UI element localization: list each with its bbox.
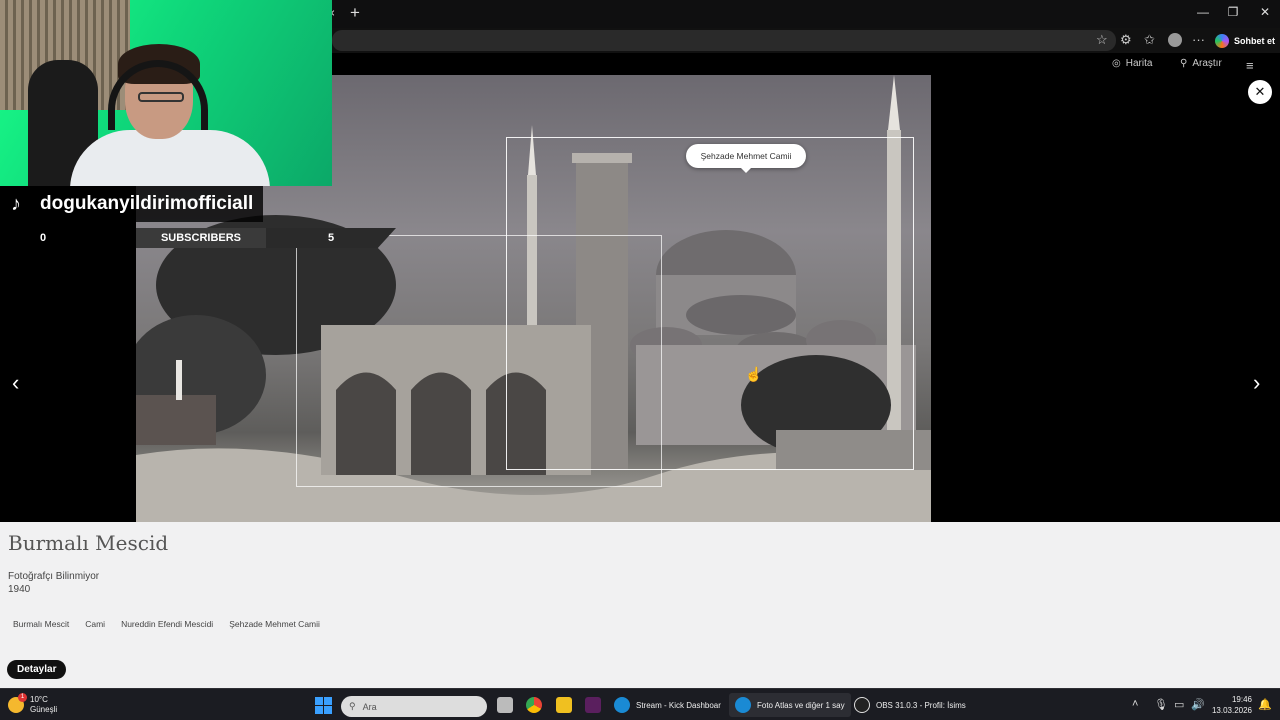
more-icon[interactable]: ··· (1192, 32, 1205, 47)
hamburger-menu-icon[interactable]: ≡ (1246, 58, 1254, 73)
highlight-box-sehzade-mosque[interactable] (506, 137, 914, 470)
app-icon[interactable] (585, 697, 601, 713)
tag-list: Burmalı Mescit Cami Nureddin Efendi Mesc… (8, 616, 325, 632)
volume-icon[interactable]: 🔊 (1191, 698, 1205, 711)
taskbar-app-obs[interactable]: OBS 31.0.3 - Profil: İsims (848, 693, 972, 717)
taskbar-app-label: OBS 31.0.3 - Profil: İsims (876, 700, 966, 710)
map-nav-label: Harita (1125, 58, 1153, 69)
streamer-shirt (70, 130, 270, 186)
chrome-icon[interactable] (526, 697, 542, 713)
task-view-icon[interactable] (497, 697, 513, 713)
tiktok-handle: dogukanyildirimofficiall (40, 193, 254, 214)
taskbar-app-label: Foto Atlas ve diğer 1 say (757, 700, 845, 710)
previous-photo-button[interactable]: ‹ (12, 370, 19, 396)
weather-desc: Güneşli (30, 705, 58, 714)
clock-time: 19:46 (1231, 695, 1252, 704)
edge-icon (614, 697, 630, 713)
chevron-up-icon[interactable]: ˄ (1132, 698, 1138, 710)
clock-date: 13.03.2026 (1211, 706, 1252, 715)
globe-icon: ◎ (1112, 58, 1121, 69)
obs-icon (854, 697, 870, 713)
search-icon: ⚲ (349, 701, 356, 711)
research-nav-label: Araştır (1192, 58, 1222, 69)
next-photo-button[interactable]: › (1253, 370, 1260, 396)
copilot-icon (1215, 33, 1229, 48)
weather-widget[interactable]: 1 10°C Güneşli (8, 693, 58, 715)
person-icon: ⚲ (1180, 58, 1188, 69)
microphone-icon[interactable]: 🎙 (1154, 698, 1168, 711)
network-icon[interactable]: ▭ (1174, 698, 1184, 711)
webcam-overlay (0, 0, 332, 186)
sun-icon: 1 (8, 693, 27, 713)
start-button[interactable] (315, 697, 332, 714)
url-field[interactable] (332, 30, 1116, 51)
taskbar-app-stream[interactable]: Stream - Kick Dashboar (608, 693, 727, 717)
minimize-button[interactable]: — (1193, 5, 1213, 19)
tag[interactable]: Burmalı Mescit (8, 616, 74, 632)
edge-icon (735, 697, 751, 713)
extensions-icon[interactable]: ⚙ (1120, 32, 1132, 48)
photo-info-panel: Burmalı Mescid Fotoğrafçı Bilinmiyor 194… (0, 522, 1280, 688)
photographer: Fotoğrafçı Bilinmiyor (8, 571, 100, 582)
subscriber-counter: 0 SUBSCRIBERS 5 (0, 228, 420, 248)
tag[interactable]: Cami (80, 616, 110, 632)
close-viewer-button[interactable]: ✕ (1248, 80, 1272, 104)
tag[interactable]: Şehzade Mehmet Camii (224, 616, 325, 632)
new-tab-button[interactable]: + (350, 3, 360, 23)
map-nav-link[interactable]: ◎ Harita (1112, 58, 1152, 69)
subscribers-label: SUBSCRIBERS (136, 228, 266, 248)
window-close-button[interactable]: ✕ (1255, 5, 1275, 19)
counter-right: 5 (266, 228, 396, 248)
tiktok-icon: ♪ (11, 192, 21, 215)
copilot-label: Sohbet et (1234, 35, 1276, 46)
windows-taskbar: 1 10°C Güneşli ⚲ Ara Stream - Kick Dashb… (0, 688, 1280, 720)
research-nav-link[interactable]: ⚲ Araştır (1180, 58, 1222, 69)
file-explorer-icon[interactable] (556, 697, 572, 713)
copilot-button[interactable]: Sohbet et (1215, 32, 1275, 49)
details-button[interactable]: Detaylar (7, 660, 67, 679)
taskbar-app-foto-atlas[interactable]: Foto Atlas ve diğer 1 say (729, 693, 851, 717)
taskbar-search[interactable]: ⚲ Ara (341, 696, 487, 717)
tiktok-handle-banner: ♪ dogukanyildirimofficiall (0, 186, 264, 222)
tag[interactable]: Nureddin Efendi Mescidi (116, 616, 218, 632)
notification-icon[interactable]: 🔔 (1258, 698, 1272, 711)
favorites-icon[interactable]: ✩ (1144, 32, 1155, 48)
photo-title: Burmalı Mescid (8, 531, 169, 555)
hand-cursor-icon: ☝ (745, 366, 763, 382)
taskbar-app-label: Stream - Kick Dashboar (636, 700, 721, 710)
weather-temp: 10°C (30, 695, 48, 704)
counter-left: 0 (0, 228, 90, 248)
search-placeholder: Ara (362, 701, 377, 712)
photo-year: 1940 (8, 584, 31, 595)
favorite-star-icon[interactable]: ☆ (1096, 32, 1108, 48)
highlight-tooltip: Şehzade Mehmet Camii (686, 144, 806, 173)
profile-avatar[interactable] (1168, 33, 1182, 47)
system-clock[interactable]: 19:46 13.03.2026 (1210, 694, 1252, 716)
notification-badge: 1 (18, 693, 27, 702)
restore-button[interactable]: ❐ (1223, 5, 1243, 19)
